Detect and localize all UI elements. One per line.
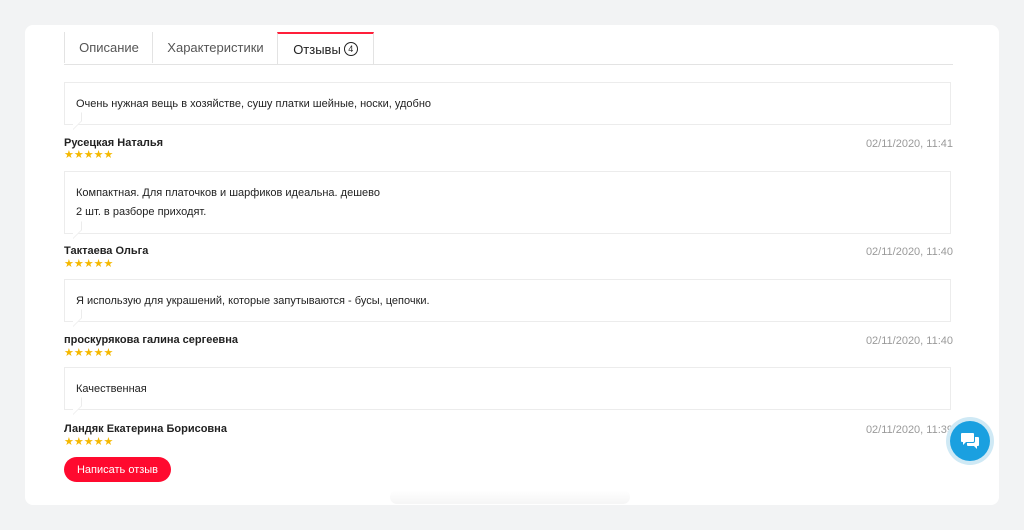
bottom-shadow — [390, 490, 630, 504]
review-text-box: Качественная — [64, 367, 951, 415]
review-date: 02/11/2020, 11:39 — [865, 424, 953, 436]
review-author: Русецкая Наталья — [64, 137, 164, 149]
tab-description[interactable]: Описание — [64, 32, 153, 63]
review-text: Я использую для украшений, которые запут… — [76, 295, 430, 307]
tab-label: Описание — [79, 40, 139, 55]
review-author: Тактаева Ольга — [64, 245, 149, 257]
review-text: Качественная — [76, 383, 147, 395]
review-rating-stars: ★★★★★ — [64, 149, 114, 161]
review-rating-stars: ★★★★★ — [64, 258, 114, 270]
review-author: Ландяк Екатерина Борисовна — [64, 423, 227, 435]
review-text-box: Очень нужная вещь в хозяйстве, сушу плат… — [64, 82, 951, 130]
review-text-box: Я использую для украшений, которые запут… — [64, 279, 951, 327]
review-date: 02/11/2020, 11:40 — [865, 335, 953, 347]
tab-label: Отзывы — [293, 41, 341, 57]
reviews-count-badge: 4 — [343, 42, 358, 56]
tab-label: Характеристики — [167, 40, 264, 55]
review-text: Очень нужная вещь в хозяйстве, сушу плат… — [76, 98, 432, 110]
review-date: 02/11/2020, 11:41 — [865, 138, 953, 150]
review-author: проскурякова галина сергеевна — [64, 334, 238, 346]
chat-button[interactable] — [946, 417, 994, 465]
review-rating-stars: ★★★★★ — [64, 347, 114, 359]
review-text: 2 шт. в разборе приходят. — [76, 206, 207, 218]
review-text-box: Компактная. Для платочков и шарфиков иде… — [64, 171, 951, 239]
product-tabs: Описание Характеристики Отзывы 4 — [64, 32, 953, 65]
tab-characteristics[interactable]: Характеристики — [152, 32, 278, 63]
review-rating-stars: ★★★★★ — [64, 436, 114, 448]
chat-bubbles-icon — [961, 433, 979, 449]
review-text: Компактная. Для платочков и шарфиков иде… — [76, 187, 380, 199]
review-date: 02/11/2020, 11:40 — [865, 246, 953, 258]
tab-reviews[interactable]: Отзывы 4 — [277, 32, 374, 64]
write-review-button[interactable]: Написать отзыв — [64, 457, 171, 482]
chat-button-inner — [950, 421, 990, 461]
